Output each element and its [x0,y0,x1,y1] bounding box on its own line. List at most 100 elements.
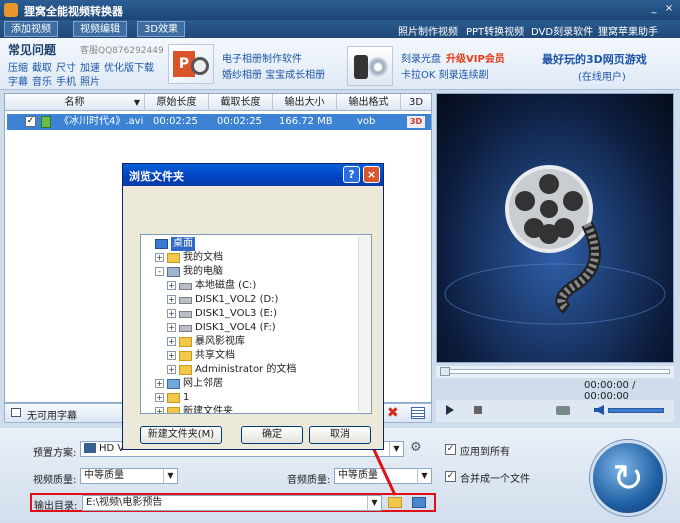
tree-node[interactable]: + 网上邻居 [153,377,365,391]
collapse-icon[interactable]: - [155,267,164,276]
faq-link-size[interactable]: 尺寸 [56,59,76,74]
apply-all-checkbox[interactable]: ✓ [445,444,456,455]
ad-burn-disc[interactable]: 刻录光盘 [401,50,441,65]
expand-icon[interactable]: + [167,281,176,290]
expand-icon[interactable]: + [167,351,176,360]
open-folder-icon[interactable] [412,497,426,508]
col-3d[interactable]: 3D [401,94,431,111]
tree-node[interactable]: + 本地磁盘 (C:) [153,279,365,293]
cell-3d-badge[interactable]: 3D [407,116,425,128]
folder-icon [167,253,180,263]
ad-karaoke[interactable]: 卡拉OK 刻录连续剧 [401,66,489,81]
ad-album-software[interactable]: 电子相册制作软件 [222,50,302,65]
convert-button[interactable]: ↻ [590,440,666,516]
expand-icon[interactable]: + [167,365,176,374]
ppt-ad-icon[interactable]: P [168,44,214,84]
tree-node[interactable]: + Administrator 的文档 [153,363,365,377]
tree-node[interactable]: - 我的电脑 [153,265,365,279]
expand-icon[interactable]: + [167,323,176,332]
table-row[interactable]: ✓ 《冰川时代4》.avi 00:02:25 00:02:25 166.72 M… [7,114,431,130]
list-clear-icon[interactable] [411,407,425,419]
camera-icon[interactable] [556,406,570,415]
ad-vip-upgrade[interactable]: 升级VIP会员 [446,50,505,65]
faq-link-download[interactable]: 优化版下载 [104,59,154,74]
tab-add-video[interactable]: 添加视频 [4,21,58,37]
dialog-help-button[interactable]: ? [343,166,360,183]
subtitle-label[interactable]: 无可用字幕 [27,407,77,422]
play-icon[interactable] [446,405,454,415]
expand-icon[interactable]: + [155,407,164,413]
seek-handle[interactable] [440,367,450,376]
stop-icon[interactable] [474,406,482,414]
minimize-button[interactable]: _ [648,3,660,15]
dvd-ad-icon[interactable] [347,46,393,86]
tree-node[interactable]: + 暴风影视库 [153,335,365,349]
col-orig-length[interactable]: 原始长度 [145,94,209,111]
col-output-size[interactable]: 输出大小 [273,94,337,111]
folder-tree[interactable]: 桌面 + 我的文档 - 我的电脑 + 本地磁盘 (C:) + DISK1_VOL2 (D:) + D… [140,234,372,414]
tree-node[interactable]: + 新建文件夹 [153,405,365,413]
seek-bar[interactable] [436,366,674,378]
faq-link-compress[interactable]: 压缩 [8,59,28,74]
link-apple-helper[interactable]: 狸窝苹果助手 [598,23,658,38]
dialog-title-bar: 浏览文件夹 ? × [123,164,383,186]
settings-wrench-icon[interactable]: ⚙ [410,440,426,456]
tree-node[interactable]: + 我的文档 [153,251,365,265]
browse-folder-dialog: 浏览文件夹 ? × 桌面 + 我的文档 - 我的电脑 + 本地磁盘 (C:) + DISK1_V… [122,163,384,450]
output-dir-label: 输出目录: [34,501,78,512]
link-dvd-burn[interactable]: DVD刻录软件 [531,23,593,38]
chevron-down-icon: ▼ [163,469,177,483]
col-name[interactable]: 名称 ▼ [5,94,145,111]
col-cut-length[interactable]: 截取长度 [209,94,273,111]
ok-button[interactable]: 确定 [241,426,303,444]
app-logo-icon [4,3,18,17]
faq-link-photo[interactable]: 照片 [80,73,100,88]
ad-wedding-album[interactable]: 婚纱相册 宝宝成长相册 [222,66,325,81]
video-quality-select[interactable]: 中等质量 ▼ [80,468,178,484]
dialog-close-button[interactable]: × [363,166,380,183]
drive-icon [179,297,192,304]
close-button[interactable]: × [663,3,675,15]
faq-link-subtitle[interactable]: 字幕 [8,73,28,88]
expand-icon[interactable]: + [167,295,176,304]
col-output-format[interactable]: 输出格式 [337,94,401,111]
table-header: 名称 ▼ 原始长度 截取长度 输出大小 输出格式 3D [5,94,431,111]
ad-3d-game[interactable]: 最好玩的3D网页游戏 [542,51,647,67]
tab-3d-effect[interactable]: 3D效果 [137,21,186,37]
faq-link-phone[interactable]: 手机 [56,73,76,88]
dialog-title: 浏览文件夹 [129,170,184,183]
link-ppt-video[interactable]: PPT转换视频 [466,23,524,38]
tab-video-edit[interactable]: 视频编辑 [73,21,127,37]
new-folder-button[interactable]: 新建文件夹(M) [140,426,222,444]
folder-icon [167,393,180,403]
apply-all-label: 应用到所有 [460,447,510,458]
volume-slider[interactable] [608,408,664,413]
link-photo-video[interactable]: 照片制作视频 [398,23,458,38]
tree-node-label: 共享文档 [195,350,235,361]
volume-icon[interactable] [594,405,604,415]
tree-node[interactable]: 桌面 [153,237,365,251]
faq-link-speed[interactable]: 加速 [80,59,100,74]
tree-scrollbar[interactable] [358,236,371,412]
cancel-button[interactable]: 取消 [309,426,371,444]
tree-node[interactable]: + DISK1_VOL3 (E:) [153,307,365,321]
tree-node[interactable]: + DISK1_VOL2 (D:) [153,293,365,307]
expand-icon[interactable]: + [167,337,176,346]
faq-link-cut[interactable]: 截取 [32,59,52,74]
expand-icon[interactable]: + [155,393,164,402]
network-icon [167,379,180,389]
cell-output-size: 166.72 MB [279,116,333,127]
row-checkbox[interactable]: ✓ [25,116,36,127]
expand-icon[interactable]: + [167,309,176,318]
video-quality-value: 中等质量 [84,470,124,481]
faq-link-music[interactable]: 音乐 [32,73,52,88]
expand-icon[interactable]: + [155,253,164,262]
tree-node[interactable]: + DISK1_VOL4 (F:) [153,321,365,335]
time-display: 00:00:00 / 00:00:00 [584,380,636,402]
folder-icon [179,337,192,347]
expand-icon[interactable]: + [155,379,164,388]
tree-node[interactable]: +1 [153,391,365,405]
tree-node-label: Administrator 的文档 [195,364,297,375]
merge-checkbox[interactable]: ✓ [445,471,456,482]
tree-node[interactable]: + 共享文档 [153,349,365,363]
